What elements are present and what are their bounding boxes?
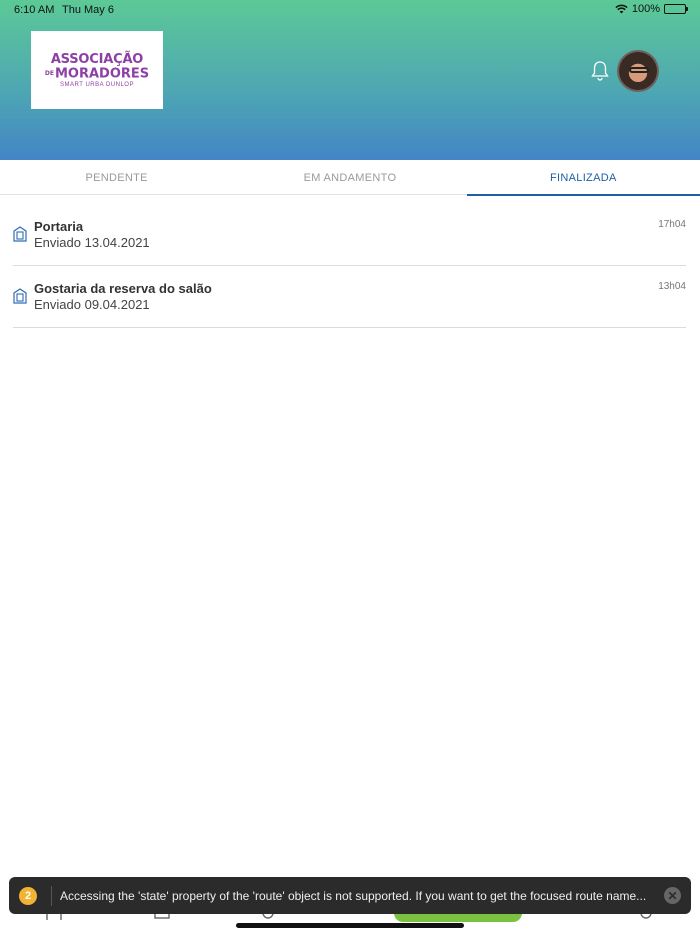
item-time: 17h04	[658, 219, 686, 230]
close-icon[interactable]: ✕	[664, 887, 681, 904]
status-indicators: 100%	[615, 3, 688, 15]
item-time: 13h04	[658, 281, 686, 292]
toast-divider	[51, 885, 52, 906]
wifi-icon	[615, 4, 628, 14]
logo-line3: SMART URBA DUNLOP	[60, 82, 134, 89]
status-time: 6:10 AM	[14, 4, 55, 16]
item-sent-date: Enviado 09.04.2021	[34, 297, 150, 312]
avatar-glasses	[629, 67, 649, 73]
status-tabs: PENDENTE EM ANDAMENTO FINALIZADA	[0, 160, 700, 196]
tab-pendente[interactable]: PENDENTE	[0, 160, 233, 195]
item-title: Portaria	[34, 219, 84, 234]
item-sent-date: Enviado 13.04.2021	[34, 235, 150, 250]
list-item[interactable]: Portaria Enviado 13.04.2021 17h04	[13, 204, 686, 266]
warning-count-badge: 2	[19, 886, 37, 905]
building-icon	[13, 288, 27, 304]
request-list: Portaria Enviado 13.04.2021 17h04 Gostar…	[13, 204, 686, 328]
app-header: 6:10 AM Thu May 6 100% ASSOCIAÇÃO DEMORA…	[0, 0, 700, 160]
logo-line2: DEMORADORES	[44, 66, 150, 82]
tab-em-andamento[interactable]: EM ANDAMENTO	[233, 160, 466, 195]
home-indicator	[236, 923, 464, 928]
status-date: Thu May 6	[62, 4, 114, 16]
battery-icon	[664, 4, 688, 14]
logo-line1: ASSOCIAÇÃO	[50, 51, 144, 67]
status-bar: 6:10 AM Thu May 6 100%	[0, 0, 700, 20]
building-icon	[13, 226, 27, 242]
bell-icon[interactable]	[589, 60, 611, 82]
item-title: Gostaria da reserva do salão	[34, 281, 212, 296]
user-avatar[interactable]	[617, 50, 659, 92]
warning-toast[interactable]: 2 Accessing the 'state' property of the …	[9, 877, 691, 914]
list-item[interactable]: Gostaria da reserva do salão Enviado 09.…	[13, 266, 686, 328]
warning-message: Accessing the 'state' property of the 'r…	[60, 888, 647, 903]
battery-percent: 100%	[631, 3, 660, 15]
tab-finalizada[interactable]: FINALIZADA	[466, 160, 700, 196]
association-logo: ASSOCIAÇÃO DEMORADORES SMART URBA DUNLOP	[31, 31, 163, 109]
